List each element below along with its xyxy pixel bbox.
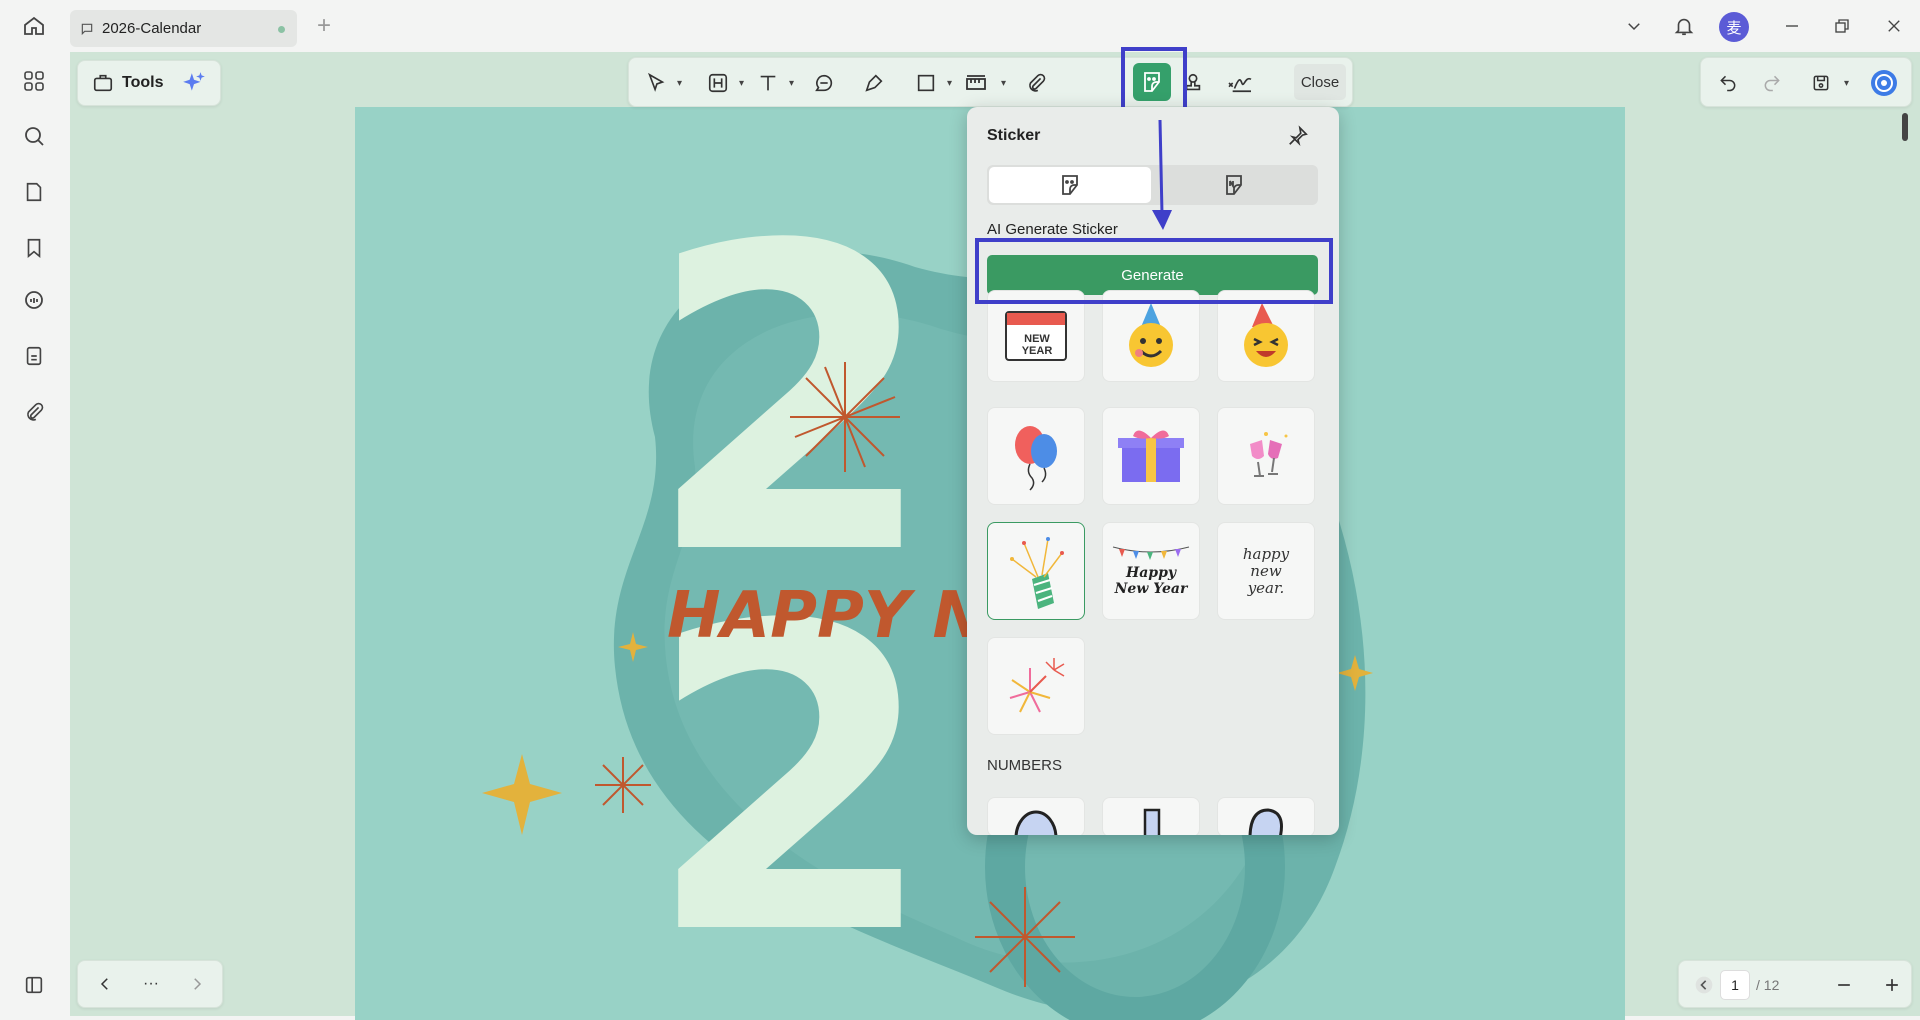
text-caret-icon[interactable]: ▾ <box>789 78 794 89</box>
save-icon[interactable] <box>1804 66 1838 100</box>
generate-highlight <box>975 238 1333 304</box>
comment-icon <box>81 23 93 35</box>
attach-tool-icon[interactable] <box>1019 66 1053 100</box>
sticker-number-2[interactable] <box>1217 797 1315 835</box>
tab-title: 2026-Calendar <box>102 20 202 37</box>
comments-icon[interactable] <box>18 285 50 317</box>
sticker-number-0[interactable] <box>987 797 1085 835</box>
sticker-happy-new-year-script[interactable]: happy new year. <box>1217 522 1315 620</box>
tools-button[interactable]: Tools <box>77 60 221 106</box>
starburst-decoration <box>790 362 900 472</box>
attachment-icon[interactable] <box>18 396 50 428</box>
sparkle-large <box>482 754 562 835</box>
left-sidebar <box>0 52 68 1020</box>
ai-sparkle-icon[interactable] <box>181 70 207 96</box>
pen-tool-icon[interactable] <box>857 66 891 100</box>
page-nav-box: ··· <box>77 960 223 1008</box>
sticker-library-icon <box>1062 175 1078 195</box>
page-total: / 12 <box>1756 977 1780 993</box>
select-tool-icon[interactable] <box>639 66 673 100</box>
numbers-section-label: NUMBERS <box>987 757 1063 774</box>
heading-caret-icon[interactable]: ▾ <box>739 78 744 89</box>
title-bar: 2026-Calendar + 麦 <box>0 0 1920 52</box>
custom-sticker-icon <box>1226 175 1242 195</box>
chevron-down-icon[interactable] <box>1620 12 1648 40</box>
sticker-happy-new-year-banner[interactable]: Happy New Year <box>1102 522 1200 620</box>
sticker-gift-box[interactable] <box>1102 407 1200 505</box>
document-tab[interactable]: 2026-Calendar <box>70 10 297 47</box>
redo-icon[interactable] <box>1755 66 1789 100</box>
next-icon[interactable] <box>180 967 214 1001</box>
bell-icon[interactable] <box>1670 12 1698 40</box>
script-label: happy new year. <box>1242 544 1290 597</box>
signature-tool-icon[interactable] <box>1223 66 1257 100</box>
search-icon[interactable] <box>18 120 50 152</box>
zoom-in-icon[interactable] <box>1875 968 1909 1002</box>
unsaved-dot <box>278 26 285 33</box>
apps-grid-icon[interactable] <box>18 65 50 97</box>
document-list-icon[interactable] <box>18 340 50 372</box>
undo-icon[interactable] <box>1711 66 1745 100</box>
page-number-input[interactable]: 1 <box>1720 970 1750 1000</box>
starburst-small-decoration <box>595 757 651 813</box>
shape-tool-icon[interactable] <box>909 66 943 100</box>
starburst-bottom-decoration <box>975 887 1075 987</box>
page-scrollbar[interactable] <box>1902 113 1908 141</box>
page-zoom-box <box>1678 960 1912 1008</box>
pin-icon[interactable] <box>1283 121 1313 151</box>
banner-label: Happy New Year <box>1114 565 1188 597</box>
comment-tool-icon[interactable] <box>807 66 841 100</box>
minimize-icon[interactable] <box>1778 12 1806 40</box>
annotation-arrow <box>1152 119 1172 230</box>
calendar-label: NEW YEAR <box>1021 333 1053 357</box>
main-toolbar: ▾ ▾ ▾ ▾ ▾ <box>628 57 1353 107</box>
sticker-champagne-toast[interactable] <box>1217 407 1315 505</box>
text-tool-icon[interactable] <box>751 66 785 100</box>
measure-caret-icon[interactable]: ▾ <box>1001 78 1006 89</box>
save-caret-icon[interactable]: ▾ <box>1844 78 1849 89</box>
bookmark-icon[interactable] <box>18 232 50 264</box>
tools-label: Tools <box>122 74 164 91</box>
right-toolbar: ▾ <box>1700 57 1912 107</box>
new-tab-icon[interactable]: + <box>310 12 338 40</box>
avatar[interactable]: 麦 <box>1719 12 1749 42</box>
close-toolbar-button[interactable]: Close <box>1294 64 1346 100</box>
close-window-icon[interactable] <box>1880 12 1908 40</box>
page-icon[interactable] <box>18 176 50 208</box>
page-back-icon[interactable] <box>1687 968 1721 1002</box>
headline-text: HAPPY N <box>667 579 986 653</box>
sticker-panel-title: Sticker <box>987 127 1041 144</box>
assistant-icon[interactable] <box>1867 66 1901 100</box>
toolbox-icon <box>93 74 113 92</box>
measure-tool-icon[interactable] <box>959 66 993 100</box>
sticker-balloons[interactable] <box>987 407 1085 505</box>
ai-generate-label: AI Generate Sticker <box>987 221 1118 238</box>
sticker-fireworks[interactable] <box>987 637 1085 735</box>
heading-tool-icon[interactable] <box>701 66 735 100</box>
previous-icon[interactable] <box>88 967 122 1001</box>
panel-layout-icon[interactable] <box>18 969 50 1001</box>
restore-icon[interactable] <box>1828 12 1856 40</box>
zoom-out-icon[interactable] <box>1827 968 1861 1002</box>
calendar-graphic: NEW YEAR <box>1005 311 1067 361</box>
home-icon[interactable] <box>18 10 50 42</box>
more-options-button[interactable]: ··· <box>134 967 168 1001</box>
sticker-library-tab[interactable] <box>989 167 1151 203</box>
sticker-number-1[interactable] <box>1102 797 1200 835</box>
select-caret-icon[interactable]: ▾ <box>677 78 682 89</box>
sticker-party-popper[interactable] <box>987 522 1085 620</box>
shape-caret-icon[interactable]: ▾ <box>947 78 952 89</box>
